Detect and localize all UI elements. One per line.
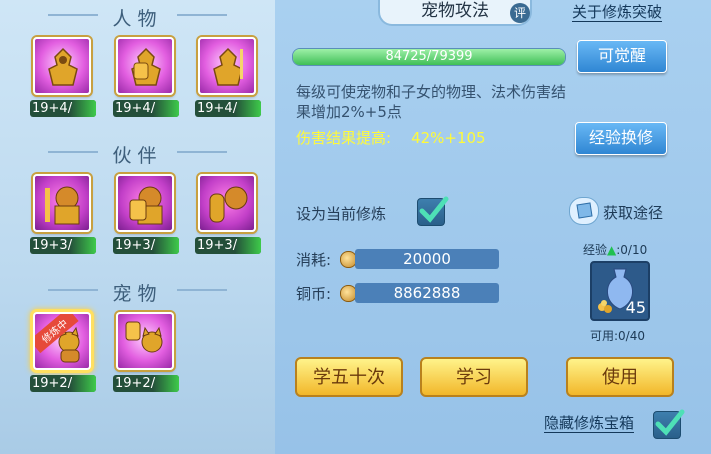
exp-text: 经验▲:0/10 (583, 243, 648, 257)
section-pets-title: 宠物 (0, 279, 275, 306)
breakthrough-link[interactable]: 关于修炼突破 (572, 4, 663, 22)
cost-label: 消耗: (296, 251, 332, 269)
people-slot-3[interactable]: 19+4/ (195, 37, 261, 117)
golden-warrior-sword-icon (198, 37, 256, 95)
learn-fifty-button[interactable]: 学五十次 (295, 357, 403, 397)
item-count: 45 (625, 298, 646, 317)
bonus-text: 伤害结果提高: 42%+105 (296, 127, 486, 148)
golden-lion-shield-icon (116, 174, 174, 232)
progress-text: 84725/79399 (385, 49, 473, 64)
level-bar: 19+2/ (30, 375, 96, 392)
golden-warrior-shield-icon (116, 37, 174, 95)
use-button[interactable]: 使用 (566, 357, 674, 397)
awaken-button[interactable]: 可觉醒 (577, 40, 667, 73)
level-bar: 19+4/ (113, 100, 179, 117)
ornament-left-icon (48, 289, 98, 294)
people-slot-1[interactable]: 19+4/ (30, 37, 96, 117)
golden-lion-arm-icon (198, 174, 256, 232)
usable-text: 可用:0/40 (590, 329, 645, 343)
level-bar: 19+3/ (30, 237, 96, 254)
set-current-checkbox[interactable] (417, 196, 449, 226)
golden-lion-warrior-icon (33, 174, 91, 232)
description-text: 每级可使宠物和子女的物理、法术伤害结果增加2%+5点 (296, 83, 567, 121)
set-current-label: 设为当前修炼 (296, 205, 387, 223)
copper-value: 8862888 (355, 283, 499, 303)
copper-label: 铜币: (296, 285, 332, 303)
hide-box-link[interactable]: 隐藏修炼宝箱 (544, 415, 635, 433)
book-icon[interactable] (569, 197, 599, 225)
level-bar: 19+2/ (113, 375, 179, 392)
bonus-label: 伤害结果提高: (296, 129, 392, 147)
ornament-right-icon (177, 289, 227, 294)
golden-warrior-icon (33, 37, 91, 95)
pet-slot-2[interactable]: 19+2/ (113, 312, 179, 392)
section-partners-title: 伙伴 (0, 141, 275, 168)
people-slot-2[interactable]: 19+4/ (113, 37, 179, 117)
learn-button[interactable]: 学习 (420, 357, 528, 397)
ornament-left-icon (48, 151, 98, 156)
level-bar: 19+3/ (113, 237, 179, 254)
level-bar: 19+3/ (195, 237, 261, 254)
cat-pet-shield-icon (116, 312, 174, 370)
exp-progress-bar: 84725/79399 (292, 48, 566, 66)
level-bar: 19+4/ (30, 100, 96, 117)
checkmark-icon (419, 196, 449, 223)
item-slot[interactable]: 45 (590, 261, 650, 321)
partner-slot-3[interactable]: 19+3/ (195, 174, 261, 254)
level-bar: 19+4/ (195, 100, 261, 117)
cost-value: 20000 (355, 249, 499, 269)
up-arrow-icon: ▲ (607, 243, 617, 257)
hide-box-checkbox[interactable] (653, 409, 685, 439)
bonus-value: 42%+105 (411, 129, 486, 147)
ornament-left-icon (48, 14, 98, 19)
checkmark-icon (655, 409, 685, 436)
partner-slot-2[interactable]: 19+3/ (113, 174, 179, 254)
cat-pet-icon: 修炼中 (33, 312, 91, 370)
partner-slot-1[interactable]: 19+3/ (30, 174, 96, 254)
ornament-right-icon (177, 14, 227, 19)
tab-pet-attack[interactable]: 宠物攻法 (378, 0, 532, 26)
get-way-link[interactable]: 获取途径 (603, 202, 663, 223)
eval-button[interactable]: 评 (510, 3, 530, 23)
pet-slot-1[interactable]: 修炼中 19+2/ (30, 312, 96, 392)
exp-exchange-button[interactable]: 经验换修 (575, 122, 667, 155)
section-people-title: 人物 (0, 4, 275, 31)
ornament-right-icon (177, 151, 227, 156)
